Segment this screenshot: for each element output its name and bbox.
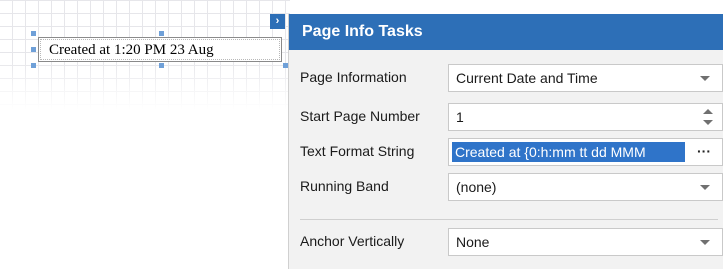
text-format-string-input[interactable]: Created at {0:h:mm tt dd MMM ··· [448,138,723,166]
page-information-label: Page Information [300,69,407,85]
resize-handle-bottom-left[interactable] [31,63,36,68]
page-information-value: Current Date and Time [456,70,598,86]
page-info-control-text: Created at 1:20 PM 23 Aug [49,42,214,58]
anchor-vertically-label: Anchor Vertically [300,233,405,249]
page-information-dropdown[interactable]: Current Date and Time [448,64,723,92]
section-divider [300,219,718,220]
row-page-information: Page Information Current Date and Time [289,64,723,92]
page-info-tasks-panel: Page Info Tasks Page Information Current… [288,14,723,269]
chevron-right-icon: › [275,15,280,27]
text-format-string-value[interactable]: Created at {0:h:mm tt dd MMM [452,142,685,162]
ellipsis-icon[interactable]: ··· [690,142,718,162]
resize-handle-left[interactable] [31,47,36,52]
anchor-vertically-value: None [456,234,490,250]
spin-down-icon[interactable] [703,120,713,125]
page-info-control[interactable]: Created at 1:20 PM 23 Aug [38,37,282,62]
smart-tag-button[interactable]: › [270,14,285,29]
row-text-format-string: Text Format String Created at {0:h:mm tt… [289,138,723,166]
spin-up-icon[interactable] [703,109,713,114]
resize-handle-top-left[interactable] [31,31,36,36]
start-page-number-label: Start Page Number [300,108,420,124]
row-start-page-number: Start Page Number 1 [289,103,723,131]
chevron-down-icon[interactable] [700,240,710,245]
resize-handle-bottom[interactable] [159,63,164,68]
surface-fade [0,60,290,110]
running-band-value: (none) [456,179,497,195]
row-running-band: Running Band (none) [289,173,723,201]
chevron-down-icon[interactable] [700,76,710,81]
anchor-vertically-dropdown[interactable]: None [448,228,723,256]
resize-handle-top[interactable] [159,31,164,36]
running-band-dropdown[interactable]: (none) [448,173,723,201]
running-band-label: Running Band [300,178,389,194]
panel-title: Page Info Tasks [289,14,723,50]
start-page-number-value: 1 [456,109,464,125]
text-format-string-label: Text Format String [300,143,415,159]
row-anchor-vertically: Anchor Vertically None [289,228,723,256]
chevron-down-icon[interactable] [700,185,710,190]
start-page-number-spinner[interactable]: 1 [448,103,723,131]
